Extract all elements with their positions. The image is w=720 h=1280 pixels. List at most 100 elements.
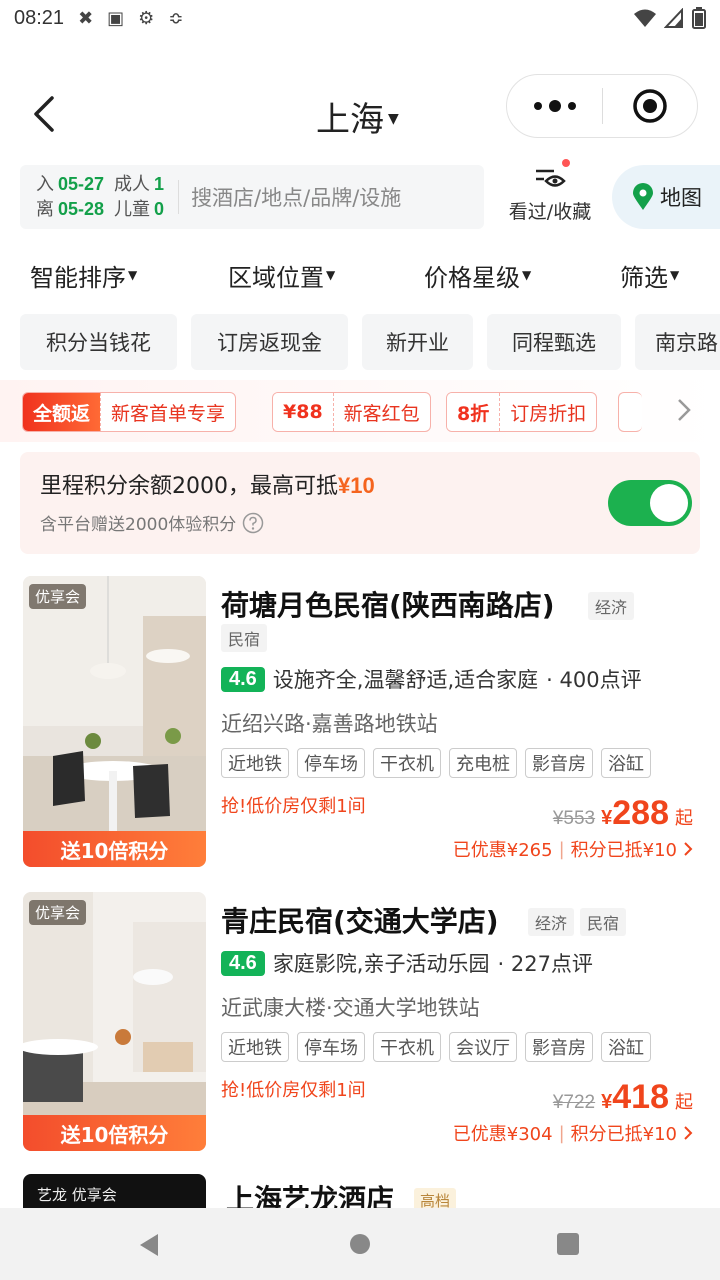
points-sub: 含平台赠送2000体验积分 <box>40 510 264 535</box>
currency-symbol: ¥ <box>601 807 613 829</box>
amenity-tag: 充电桩 <box>449 748 517 778</box>
font-icon: ▣ <box>107 7 125 29</box>
promo-overflow <box>618 392 642 432</box>
hotel-photo[interactable]: 优享会 送10倍积分 <box>23 892 206 1151</box>
highlights: 家庭影院,亲子活动乐园 <box>272 952 490 976</box>
children-count: 0 <box>154 199 165 219</box>
checkout-label: 离 <box>36 199 54 220</box>
hotel-photo[interactable]: 优享会 送10倍积分 <box>23 576 206 867</box>
rating-row: 4.6 设施齐全,温馨舒适,适合家庭 · 400点评 <box>221 664 642 694</box>
home-nav-icon[interactable] <box>348 1232 372 1256</box>
recents-nav-icon[interactable] <box>556 1232 580 1256</box>
amenity-tag: 近地铁 <box>221 1032 289 1062</box>
tab-label: 价格星级 <box>424 264 520 292</box>
settings-icon: ⚙ <box>138 7 155 29</box>
chip-tongcheng-select[interactable]: 同程甄选 <box>487 314 621 370</box>
search-box[interactable]: 入 05-27 成人 1 离 05-28 儿童 0 搜酒店/地点/品牌/设施 <box>20 165 484 229</box>
highlights: 设施齐全,温馨舒适,适合家庭 <box>272 668 539 692</box>
review-count: · 400点评 <box>546 668 642 692</box>
quick-filter-chips: 积分当钱花 订房返现金 新开业 同程甄选 南京路 <box>20 314 720 372</box>
current-price: ¥288 <box>601 794 669 833</box>
children-label: 儿童 <box>114 199 151 220</box>
amenity-tag: 影音房 <box>525 1032 593 1062</box>
history-label: 看过/收藏 <box>508 201 592 223</box>
original-price: ¥722 <box>552 1092 596 1113</box>
tab-price-star[interactable]: 价格星级 ▼ <box>424 258 531 293</box>
price-row: ¥553 ¥288 起 <box>553 794 693 833</box>
adults-label: 成人 <box>114 174 151 195</box>
discount-row[interactable]: 已优惠¥304 | 积分已抵¥10 <box>453 1120 693 1146</box>
promo-tag: ¥88 <box>273 393 333 431</box>
points-text: 里程积分余额2000，最高可抵 <box>40 474 338 499</box>
amenity-tag: 干衣机 <box>373 748 441 778</box>
member-badge: 优享会 <box>29 900 87 925</box>
promo-red-packet[interactable]: ¥88 新客红包 <box>272 392 431 432</box>
promo-discount[interactable]: 8折 订房折扣 <box>446 392 598 432</box>
status-bar: 08:21 ✖ ▣ ⚙ ≎ <box>0 0 720 36</box>
toggle-knob <box>650 484 688 522</box>
tab-filter[interactable]: 筛选 ▼ <box>620 258 679 293</box>
hotel-name[interactable]: 荷塘月色民宿(陕西南路店) <box>221 584 555 624</box>
partial-hotel-name: 上海艺龙酒店 <box>226 1183 395 1212</box>
chip-cashback[interactable]: 订房返现金 <box>191 314 348 370</box>
price-row: ¥722 ¥418 起 <box>553 1078 693 1117</box>
amenity-tag: 浴缸 <box>601 748 651 778</box>
currency-symbol: ¥ <box>601 1091 613 1113</box>
city-name: 上海 <box>316 100 384 140</box>
caret-down-icon: ▼ <box>128 267 138 282</box>
history-favorites-button[interactable]: 看过/收藏 <box>500 159 600 224</box>
points-card: 里程积分余额2000，最高可抵¥10 含平台赠送2000体验积分 <box>20 452 700 554</box>
amenity-tags: 近地铁 停车场 干衣机 充电桩 影音房 浴缸 <box>221 748 651 778</box>
separator: | <box>558 1122 565 1144</box>
price-amount: 288 <box>612 794 669 832</box>
help-icon[interactable] <box>242 512 264 534</box>
search-input[interactable]: 搜酒店/地点/品牌/设施 <box>191 182 401 212</box>
hotel-card-partial[interactable]: 艺龙 优享会 上海艺龙酒店 高档 <box>0 1172 720 1212</box>
rating-row: 4.6 家庭影院,亲子活动乐园 · 227点评 <box>221 948 593 978</box>
location-pin-icon <box>633 183 653 210</box>
close-target-icon[interactable] <box>603 88 697 124</box>
chip-points-cash[interactable]: 积分当钱花 <box>20 314 177 370</box>
promo-text: 新客红包 <box>332 393 430 431</box>
grade-tag: 经济 <box>528 908 575 936</box>
bonus-points-banner: 送10倍积分 <box>23 1115 206 1151</box>
sync-icon: ≎ <box>168 7 184 29</box>
amenity-tag: 停车场 <box>297 748 365 778</box>
back-nav-icon[interactable] <box>136 1232 162 1258</box>
discount-row[interactable]: 已优惠¥265 | 积分已抵¥10 <box>453 836 693 862</box>
map-button[interactable]: 地图 <box>612 165 720 229</box>
more-menu-icon[interactable] <box>507 100 602 112</box>
promo-full-refund[interactable]: 全额返 新客首单专享 <box>22 392 237 432</box>
date-guest-selector[interactable]: 入 05-27 成人 1 离 05-28 儿童 0 <box>36 172 164 222</box>
bonus-points-banner: 送10倍积分 <box>23 831 206 867</box>
caret-down-icon: ▼ <box>522 267 532 282</box>
tab-area-location[interactable]: 区域位置 ▼ <box>228 258 335 293</box>
grade-tag: 经济 <box>588 592 635 620</box>
tab-label: 筛选 <box>620 264 668 292</box>
chip-new-open[interactable]: 新开业 <box>362 314 473 370</box>
hotel-card[interactable]: 优享会 送10倍积分 荷塘月色民宿(陕西南路店) 经济 民宿 4.6 设施齐全,… <box>0 576 720 876</box>
back-arrow-icon[interactable] <box>28 94 64 134</box>
wifi-icon <box>634 9 656 27</box>
chip-nanjing-road[interactable]: 南京路 <box>635 314 720 370</box>
city-selector[interactable]: 上海 ▼ <box>316 92 399 141</box>
price-suffix: 起 <box>675 808 693 829</box>
caret-down-icon: ▼ <box>326 267 336 282</box>
title-bar: 上海 ▼ <box>0 72 720 156</box>
hotel-name[interactable]: 青庄民宿(交通大学店) <box>221 900 499 940</box>
checkin-label: 入 <box>36 174 54 195</box>
hotel-photo-image <box>23 576 206 867</box>
eye-list-icon <box>530 159 570 195</box>
price-suffix: 起 <box>675 1092 693 1113</box>
battery-icon <box>692 7 706 29</box>
rating-score: 4.6 <box>221 950 265 976</box>
discount-amount: 已优惠¥265 <box>452 840 553 861</box>
tab-smart-sort[interactable]: 智能排序 ▼ <box>30 258 137 293</box>
hotel-card[interactable]: 优享会 送10倍积分 青庄民宿(交通大学店) 经济 民宿 4.6 家庭影院,亲子… <box>0 892 720 1192</box>
chevron-right-icon[interactable] <box>676 396 692 424</box>
status-time: 08:21 <box>14 6 65 29</box>
promo-tag: 8折 <box>447 393 500 431</box>
points-toggle[interactable] <box>608 480 692 526</box>
search-row: 入 05-27 成人 1 离 05-28 儿童 0 搜酒店/地点/品牌/设施 看… <box>20 159 720 229</box>
promo-tag: 全额返 <box>23 393 101 431</box>
